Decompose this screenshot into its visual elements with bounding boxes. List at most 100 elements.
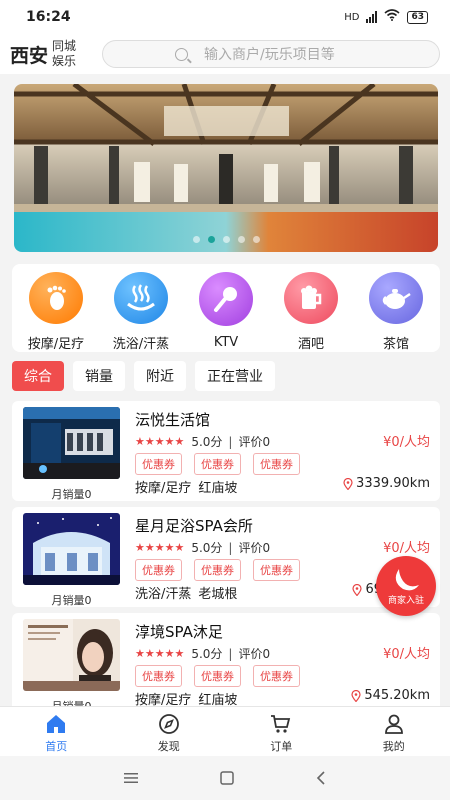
tab-home[interactable]: 首页 bbox=[0, 707, 113, 756]
coupon-badge[interactable]: 优惠券 bbox=[253, 453, 300, 475]
rating-separator: | bbox=[228, 540, 233, 555]
bath-icon bbox=[114, 272, 168, 324]
city-selector[interactable]: 西安 bbox=[10, 41, 48, 68]
monthly-sales: 月销量0 bbox=[51, 488, 92, 501]
banner-dot bbox=[252, 236, 260, 243]
rating-score: 5.0分 bbox=[191, 435, 223, 449]
coupon-badge[interactable]: 优惠券 bbox=[194, 453, 241, 475]
status-bar: 16:24 HD 63 bbox=[0, 0, 450, 34]
coupon-badge[interactable]: 优惠券 bbox=[135, 559, 182, 581]
filter-nearby[interactable]: 附近 bbox=[134, 361, 186, 391]
coupon-badge[interactable]: 优惠券 bbox=[194, 665, 241, 687]
merchant-card[interactable]: 月销量0 淳境SPA沐足 ★★★★★ 5.0分 | 评价0 ¥0/人均 优惠券 … bbox=[12, 613, 440, 713]
category-teahouse[interactable]: 茶馆 bbox=[356, 272, 436, 352]
coupon-badge[interactable]: 优惠券 bbox=[253, 559, 300, 581]
merchant-distance: 3339.90km bbox=[343, 476, 430, 491]
star-rating-icon: ★★★★★ bbox=[135, 435, 185, 448]
category-label: 酒吧 bbox=[297, 337, 324, 352]
coupon-badge[interactable]: 优惠券 bbox=[135, 453, 182, 475]
location-pin-icon bbox=[343, 477, 353, 490]
search-placeholder: 输入商户/玩乐项目等 bbox=[204, 47, 335, 63]
tab-label: 我的 bbox=[382, 740, 405, 753]
system-nav-bar bbox=[0, 756, 450, 800]
star-rating-icon: ★★★★★ bbox=[135, 541, 185, 554]
banner-carousel[interactable] bbox=[14, 84, 438, 252]
category-ktv[interactable]: KTV bbox=[186, 272, 266, 352]
category-label: 按摩/足疗 bbox=[27, 337, 85, 352]
monthly-sales: 月销量0 bbox=[51, 594, 92, 607]
filter-sales[interactable]: 销量 bbox=[73, 361, 125, 391]
banner-dot bbox=[192, 236, 200, 243]
search-input[interactable]: 输入商户/玩乐项目等 bbox=[102, 40, 440, 68]
banner-dot bbox=[237, 236, 245, 243]
merchant-thumbnail bbox=[23, 407, 120, 479]
top-bar: 西安 同城 娱乐 输入商户/玩乐项目等 bbox=[0, 34, 450, 74]
rating-separator: | bbox=[228, 646, 233, 661]
foot-icon bbox=[29, 272, 83, 324]
compass-icon bbox=[158, 714, 179, 734]
banner-dot bbox=[222, 236, 230, 243]
tab-orders[interactable]: 订单 bbox=[225, 707, 338, 756]
coupon-badge[interactable]: 优惠券 bbox=[194, 559, 241, 581]
tab-mine[interactable]: 我的 bbox=[338, 707, 450, 756]
banner-image bbox=[14, 84, 438, 252]
coupon-badge[interactable]: 优惠券 bbox=[253, 665, 300, 687]
coupon-list: 优惠券 优惠券 优惠券 bbox=[135, 665, 300, 687]
status-time: 16:24 bbox=[26, 9, 71, 25]
category-massage[interactable]: 按摩/足疗 bbox=[16, 272, 96, 352]
review-count: 评价0 bbox=[238, 647, 271, 661]
banner-area bbox=[0, 74, 450, 264]
merchant-thumbnail bbox=[23, 619, 120, 691]
tab-label: 发现 bbox=[157, 740, 180, 753]
moon-logo-icon bbox=[395, 568, 419, 590]
merchant-distance: 545.20km bbox=[351, 688, 430, 703]
coupon-badge[interactable]: 优惠券 bbox=[135, 665, 182, 687]
merchant-name: 淳境SPA沐足 bbox=[135, 623, 223, 641]
merchant-card[interactable]: 月销量0 沄悦生活馆 ★★★★★ 5.0分 | 评价0 ¥0/人均 优惠券 优惠… bbox=[12, 401, 440, 501]
rating-separator: | bbox=[228, 434, 233, 449]
beer-icon bbox=[284, 272, 338, 324]
city-scope-line2: 娱乐 bbox=[52, 54, 77, 68]
merchant-join-button[interactable]: 商家入驻 bbox=[376, 556, 436, 616]
rating-score: 5.0分 bbox=[191, 647, 223, 661]
merchant-category: 按摩/足疗 bbox=[135, 481, 192, 496]
tab-discover[interactable]: 发现 bbox=[113, 707, 226, 756]
average-price: ¥0/人均 bbox=[383, 647, 430, 662]
bottom-tab-bar: 首页 发现 订单 我的 bbox=[0, 706, 450, 756]
rating-score: 5.0分 bbox=[191, 541, 223, 555]
network-label: HD bbox=[344, 11, 360, 23]
home-square-icon[interactable] bbox=[220, 771, 234, 785]
category-bath[interactable]: 洗浴/汗蒸 bbox=[101, 272, 181, 352]
filter-comprehensive[interactable]: 综合 bbox=[12, 361, 64, 391]
search-icon bbox=[175, 47, 189, 61]
distance-value: 545.20km bbox=[364, 688, 430, 703]
category-label: KTV bbox=[213, 335, 239, 350]
category-label: 茶馆 bbox=[382, 337, 409, 352]
user-icon bbox=[384, 714, 403, 734]
microphone-icon bbox=[199, 272, 253, 326]
teapot-icon bbox=[369, 272, 423, 324]
signal-icon bbox=[366, 11, 378, 23]
merchant-category: 洗浴/汗蒸 bbox=[135, 587, 192, 602]
merchant-rating: ★★★★★ 5.0分 | 评价0 bbox=[135, 433, 270, 450]
banner-dot-active bbox=[207, 236, 215, 243]
merchant-name: 星月足浴SPA会所 bbox=[135, 517, 253, 535]
battery-icon: 63 bbox=[407, 10, 428, 24]
category-bar[interactable]: 酒吧 bbox=[271, 272, 351, 352]
merchant-list: 月销量0 沄悦生活馆 ★★★★★ 5.0分 | 评价0 ¥0/人均 优惠券 优惠… bbox=[12, 401, 440, 719]
merchant-rating: ★★★★★ 5.0分 | 评价0 bbox=[135, 539, 270, 556]
banner-indicator bbox=[14, 236, 438, 243]
review-count: 评价0 bbox=[238, 435, 271, 449]
merchant-name: 沄悦生活馆 bbox=[135, 411, 211, 429]
tab-label: 订单 bbox=[270, 740, 293, 753]
filter-open-now[interactable]: 正在营业 bbox=[195, 361, 275, 391]
star-rating-icon: ★★★★★ bbox=[135, 647, 185, 660]
tab-label: 首页 bbox=[45, 740, 68, 753]
menu-icon[interactable] bbox=[124, 772, 138, 784]
filter-bar: 综合 销量 附近 正在营业 bbox=[12, 361, 275, 391]
status-icons: HD 63 bbox=[344, 9, 428, 25]
merchant-tags: 洗浴/汗蒸 老城根 bbox=[135, 583, 244, 602]
coupon-list: 优惠券 优惠券 优惠券 bbox=[135, 453, 300, 475]
merchant-district: 老城根 bbox=[198, 587, 238, 602]
back-icon[interactable] bbox=[316, 771, 326, 785]
